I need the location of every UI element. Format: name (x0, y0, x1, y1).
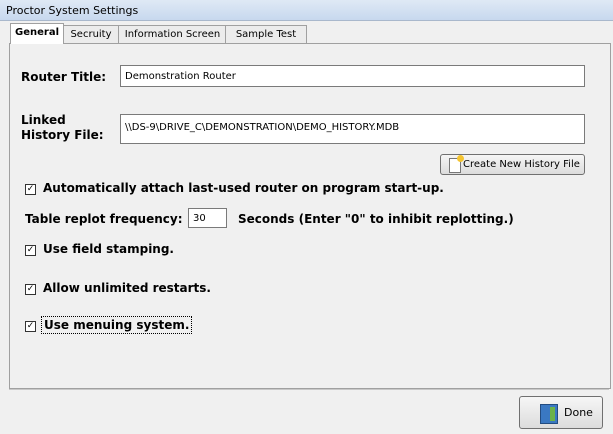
unlimited-restarts-label: Allow unlimited restarts. (43, 281, 211, 295)
create-new-history-file-button[interactable]: Create New History File (440, 154, 585, 175)
linked-history-file-label: Linked History File: (21, 113, 104, 142)
window-title: Proctor System Settings (6, 4, 139, 17)
menuing-label: Use menuing system. (41, 316, 193, 334)
done-label: Done (564, 406, 593, 419)
general-panel: Router Title: Linked History File: Creat… (9, 43, 611, 389)
tab-information-screen[interactable]: Information Screen (118, 25, 227, 43)
replot-frequency-label: Table replot frequency: (25, 212, 183, 226)
replot-frequency-input[interactable] (188, 208, 227, 228)
checkmark-icon: ✓ (26, 184, 35, 194)
title-bar: Proctor System Settings (0, 0, 613, 21)
exit-door-icon (540, 404, 558, 424)
auto-attach-label: Automatically attach last-used router on… (43, 181, 444, 195)
tab-security[interactable]: Secruity (62, 25, 120, 43)
replot-frequency-suffix: Seconds (Enter "0" to inhibit replotting… (238, 212, 514, 226)
router-title-label: Router Title: (21, 70, 107, 84)
unlimited-restarts-checkbox[interactable]: ✓ (25, 284, 36, 295)
done-button[interactable]: Done (519, 396, 603, 429)
new-file-icon (449, 155, 464, 173)
field-stamping-label: Use field stamping. (43, 242, 174, 256)
checkmark-icon: ✓ (26, 284, 35, 294)
checkmark-icon: ✓ (26, 245, 35, 255)
field-stamping-checkbox[interactable]: ✓ (25, 245, 36, 256)
router-title-input[interactable] (120, 65, 585, 87)
tab-general[interactable]: General (10, 23, 64, 44)
history-file-input[interactable] (120, 114, 585, 144)
auto-attach-checkbox[interactable]: ✓ (25, 184, 36, 195)
tab-strip: General Secruity Information Screen Samp… (0, 22, 613, 44)
dialog-footer: Done (9, 389, 609, 434)
menuing-checkbox[interactable]: ✓ (25, 321, 36, 332)
create-new-history-file-label: Create New History File (463, 159, 580, 170)
checkmark-icon: ✓ (26, 321, 35, 331)
tab-sample-test[interactable]: Sample Test (225, 25, 307, 43)
